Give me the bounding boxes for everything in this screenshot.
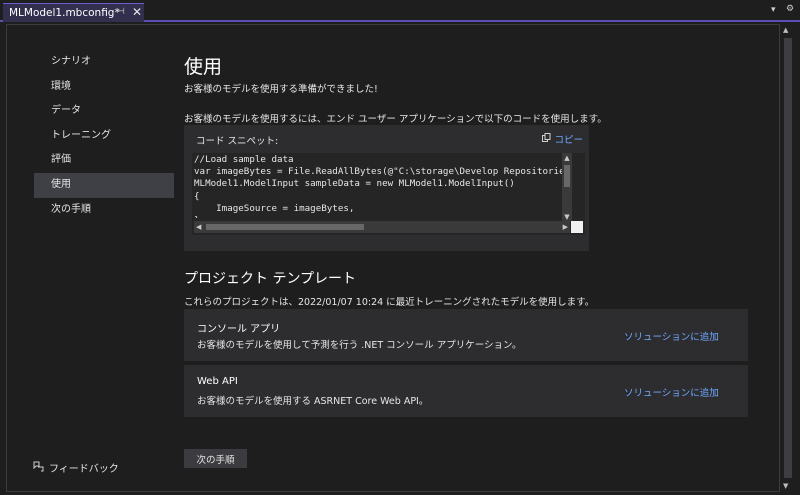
- code-editor[interactable]: //Load sample data var imageBytes = File.…: [192, 153, 585, 235]
- code-horizontal-scrollbar[interactable]: ◀ ▶: [194, 221, 570, 233]
- copy-label: コピー: [554, 135, 583, 146]
- copy-button[interactable]: コピー: [542, 132, 583, 146]
- sidebar-item-consume[interactable]: 使用: [34, 172, 174, 198]
- code-text: //Load sample data var imageBytes = File.…: [194, 154, 570, 218]
- code-line: };: [194, 215, 570, 218]
- next-step-button[interactable]: 次の手順: [184, 449, 247, 468]
- scroll-up-icon[interactable]: ▲: [783, 26, 788, 34]
- usage-instruction: お客様のモデルを使用するには、エンド ユーザー アプリケーションで以下のコードを…: [184, 114, 607, 125]
- sidebar-item-environment[interactable]: 環境: [34, 75, 174, 100]
- add-to-solution-link[interactable]: ソリューションに追加: [624, 329, 719, 343]
- add-to-solution-link[interactable]: ソリューションに追加: [624, 385, 719, 399]
- card-title: Web API: [197, 376, 238, 387]
- scroll-up-icon[interactable]: ▲: [562, 154, 572, 162]
- scroll-thumb[interactable]: [206, 224, 364, 230]
- card-description: お客様のモデルを使用する ASRNET Core Web API。: [197, 396, 429, 407]
- sidebar-item-evaluate[interactable]: 評価: [34, 148, 174, 173]
- code-line: ImageSource = imageBytes,: [194, 202, 355, 214]
- project-templates-title: プロジェクト テンプレート: [184, 271, 357, 287]
- scroll-thumb[interactable]: [564, 165, 570, 187]
- page-subtitle: お客様のモデルを使用する準備ができました!: [184, 84, 378, 95]
- copy-icon: [542, 133, 554, 145]
- pin-icon[interactable]: ⊣: [117, 7, 125, 17]
- step-sidebar: シナリオ 環境 データ トレーニング 評価 使用 次の手順: [34, 50, 174, 222]
- scroll-down-icon[interactable]: ▼: [783, 482, 788, 490]
- page-title: 使用: [184, 56, 223, 78]
- document-tab[interactable]: MLModel1.mbconfig* ⊣ ✕: [3, 3, 144, 22]
- card-description: お客様のモデルを使用して予測を行う .NET コンソール アプリケーション。: [197, 340, 522, 351]
- scrollbar-corner: [571, 221, 583, 233]
- sidebar-item-data[interactable]: データ: [34, 99, 174, 124]
- feedback-icon: [33, 461, 49, 475]
- page-vertical-scrollbar[interactable]: ▲ ▼: [782, 24, 794, 492]
- close-icon[interactable]: ✕: [132, 5, 142, 19]
- scroll-left-icon[interactable]: ◀: [196, 221, 201, 233]
- feedback-link[interactable]: フィードバック: [33, 460, 119, 475]
- code-line: {: [194, 190, 200, 202]
- sidebar-item-training[interactable]: トレーニング: [34, 124, 174, 149]
- scroll-down-icon[interactable]: ▼: [562, 213, 572, 221]
- tab-dropdown-icon[interactable]: ▾: [771, 5, 776, 15]
- feedback-label: フィードバック: [49, 464, 119, 475]
- document-tab-bar: MLModel1.mbconfig* ⊣ ✕ ▾ ⚙: [0, 0, 800, 22]
- template-card-console-app: コンソール アプリ お客様のモデルを使用して予測を行う .NET コンソール ア…: [184, 309, 748, 361]
- code-snippet-panel: コード スニペット: コピー //Load sample data var ima…: [184, 125, 589, 251]
- card-title: コンソール アプリ: [197, 324, 281, 335]
- code-line: var imageBytes = File.ReadAllBytes(@"C:\…: [194, 166, 570, 178]
- sidebar-item-next-steps[interactable]: 次の手順: [34, 198, 174, 223]
- code-line: MLModel1.ModelInput sampleData = new MLM…: [194, 178, 515, 190]
- project-templates-description: これらのプロジェクトは、2022/01/07 10:24 に最近トレーニングされ…: [184, 297, 595, 308]
- scroll-thumb[interactable]: [784, 38, 792, 478]
- code-snippet-label: コード スニペット:: [196, 136, 279, 147]
- scroll-right-icon[interactable]: ▶: [563, 221, 568, 233]
- sidebar-item-scenario[interactable]: シナリオ: [34, 50, 174, 75]
- code-vertical-scrollbar[interactable]: ▲ ▼: [562, 153, 572, 221]
- template-card-web-api: Web API お客様のモデルを使用する ASRNET Core Web API…: [184, 365, 748, 417]
- code-line: //Load sample data: [194, 154, 294, 165]
- tab-title: MLModel1.mbconfig*: [9, 7, 120, 19]
- settings-icon[interactable]: ⚙: [786, 4, 794, 14]
